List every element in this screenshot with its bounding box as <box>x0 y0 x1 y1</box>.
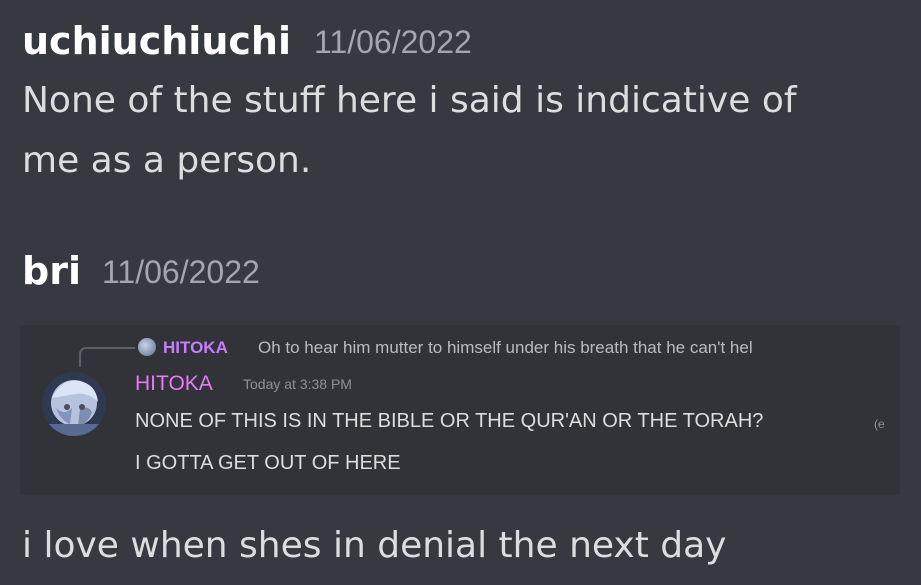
message-author[interactable]: uchiuchiuchi <box>22 22 291 60</box>
message-text: i love when shes in denial the next day <box>22 525 727 566</box>
reply-author: HITOKA <box>163 338 228 357</box>
embedded-timestamp: Today at 3:38 PM <box>243 376 352 392</box>
reply-preview-text: Oh to hear him mutter to himself under h… <box>258 339 753 356</box>
avatar <box>42 372 106 436</box>
reply-connector <box>79 347 135 367</box>
embedded-text-line: I GOTTA GET OUT OF HERE <box>135 452 401 474</box>
message-timestamp: 11/06/2022 <box>102 254 260 290</box>
reply-avatar-icon <box>138 338 156 356</box>
embedded-text-line: NONE OF THIS IS IN THE BIBLE OR THE QUR'… <box>135 410 764 432</box>
message-author[interactable]: bri <box>22 252 81 290</box>
message-timestamp: 11/06/2022 <box>314 24 472 60</box>
chat-view: uchiuchiuchi 11/06/2022 None of the stuf… <box>0 0 921 585</box>
message-text-line: me as a person. <box>22 140 312 181</box>
edited-marker: (e <box>874 417 885 431</box>
message-text-line: None of the stuff here i said is indicat… <box>22 80 797 121</box>
embedded-author: HITOKA <box>135 372 213 395</box>
